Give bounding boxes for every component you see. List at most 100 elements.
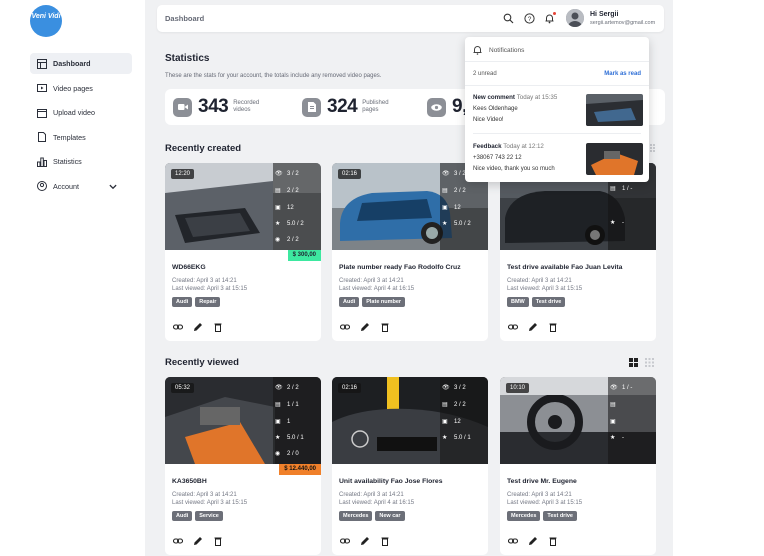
edit-icon[interactable] xyxy=(360,322,370,332)
tag[interactable]: BMW xyxy=(507,297,529,307)
avatar[interactable] xyxy=(566,9,584,27)
video-thumbnail[interactable]: 02:16 👁 3 / 2 ▤ 2 / 2 ▣ 12 ★ 5.0 / 1 xyxy=(332,377,488,464)
tag-list: Audi Service xyxy=(172,511,226,521)
last-viewed-date: Last viewed: April 3 at 15:15 xyxy=(172,286,248,292)
views-stat: ▤ 1 / - xyxy=(610,185,633,193)
sidebar-item-statistics[interactable]: Statistics xyxy=(30,151,132,172)
link-icon[interactable] xyxy=(172,322,184,332)
tag[interactable]: Audi xyxy=(172,297,193,307)
grid-view-icon[interactable] xyxy=(645,358,654,367)
tag[interactable]: Plate number xyxy=(362,297,406,307)
delete-icon[interactable] xyxy=(380,322,390,332)
stat-value: 343 xyxy=(198,96,229,117)
card-actions xyxy=(172,322,233,332)
help-icon[interactable]: ? xyxy=(524,13,535,24)
card-actions xyxy=(339,536,400,546)
card-title[interactable]: KA3650BH xyxy=(172,478,207,485)
eye-icon xyxy=(427,97,446,117)
chat-icon: ▣ xyxy=(442,205,448,211)
card-title[interactable]: Test drive available Fao Juan Levita xyxy=(507,264,622,271)
link-icon[interactable] xyxy=(339,322,351,332)
sidebar-item-video-pages[interactable]: Video pages xyxy=(30,78,132,99)
edit-icon[interactable] xyxy=(360,536,370,546)
eye-icon: 👁 xyxy=(275,385,283,391)
notification-thumbnail[interactable] xyxy=(586,94,643,126)
chat-icon: ▣ xyxy=(275,419,281,425)
card-view-icon[interactable] xyxy=(629,358,638,367)
views-stat: 👁 2 / 2 xyxy=(275,384,299,392)
notification-item[interactable]: New comment Today at 15:35 Kees Oldenhag… xyxy=(473,94,643,126)
rating-stat: ★ - xyxy=(610,219,624,227)
card-title[interactable]: Test drive Mr. Eugene xyxy=(507,478,577,485)
messages-stat: ▣ 12 xyxy=(442,418,461,426)
tag-list: Audi Repair xyxy=(172,297,223,307)
sidebar-item-templates[interactable]: Templates xyxy=(30,127,132,148)
comment-icon: ▤ xyxy=(275,188,281,194)
link-icon[interactable] xyxy=(507,322,519,332)
tag[interactable]: New car xyxy=(375,511,405,521)
notifications-header: Notifications xyxy=(473,45,524,55)
stat-label: Published pages xyxy=(362,100,389,113)
edit-icon[interactable] xyxy=(528,322,538,332)
page-title: Dashboard xyxy=(165,14,205,23)
link-icon[interactable] xyxy=(172,536,184,546)
sidebar-item-upload-video[interactable]: Upload video xyxy=(30,102,132,123)
tag[interactable]: Service xyxy=(195,511,223,521)
last-viewed-date: Last viewed: April 3 at 15:15 xyxy=(172,500,248,506)
template-icon xyxy=(38,132,46,142)
tag-list: Mercedes Test drive xyxy=(507,511,580,521)
tag[interactable]: Repair xyxy=(195,297,221,307)
star-icon: ★ xyxy=(442,221,448,227)
notification-item[interactable]: Feedback Today at 12:12 +38067 743 22 12… xyxy=(473,143,643,175)
delete-icon[interactable] xyxy=(548,536,558,546)
messages-stat: ▣ xyxy=(610,418,640,425)
video-thumbnail[interactable]: 10:10 👁 1 / - ▤ ▣ ★ - xyxy=(500,377,656,464)
search-icon[interactable] xyxy=(503,13,514,24)
app-logo[interactable]: Veni Vidi xyxy=(30,5,62,37)
chevron-down-icon[interactable] xyxy=(108,182,118,192)
card-title[interactable]: WD66EKG xyxy=(172,264,206,271)
card-title[interactable]: Unit availability Fao Jose Flores xyxy=(339,478,443,485)
link-icon[interactable] xyxy=(339,536,351,546)
user-greeting: Hi Sergii xyxy=(590,11,619,18)
video-card[interactable]: 02:16 👁 3 / 2 ▤ 2 / 2 ▣ 12 ★ 5.0 / 1 Unit av… xyxy=(332,377,488,555)
video-thumbnail[interactable]: 05:32 👁 2 / 2 ▤ 1 / 1 ▣ 1 ★ 5.0 / 1 ◉ 2 / 0 xyxy=(165,377,321,464)
edit-icon[interactable] xyxy=(528,536,538,546)
video-card[interactable]: 10:10 👁 1 / - ▤ ▣ ★ - Test drive Mr. Eugen… xyxy=(500,377,656,555)
views-stat: 👁 3 / 2 xyxy=(275,170,299,178)
mark-as-read-link[interactable]: Mark as read xyxy=(604,71,641,77)
video-card[interactable]: 12:20 👁 3 / 2 ▤ 2 / 2 ▣ 12 ★ 5.0 / 2 ◉ 2 / 2 … xyxy=(165,163,321,341)
delete-icon[interactable] xyxy=(213,536,223,546)
page-icon xyxy=(302,97,321,117)
delete-icon[interactable] xyxy=(548,322,558,332)
sidebar-item-account[interactable]: Account xyxy=(30,176,132,197)
comment-icon: ▤ xyxy=(442,402,448,408)
video-card[interactable]: 02:16 👁 3 / 2 ▤ 2 / 2 ▣ 12 ★ 5.0 / 2 Plate n… xyxy=(332,163,488,341)
edit-icon[interactable] xyxy=(193,322,203,332)
video-thumbnail[interactable]: 12:20 👁 3 / 2 ▤ 2 / 2 ▣ 12 ★ 5.0 / 2 ◉ 2 / 2 xyxy=(165,163,321,250)
video-card[interactable]: ▤ 1 / - ★ - Test drive available Fao Juan … xyxy=(500,163,656,341)
delete-icon[interactable] xyxy=(380,536,390,546)
edit-icon[interactable] xyxy=(193,536,203,546)
tag[interactable]: Audi xyxy=(172,511,193,521)
tag[interactable]: Audi xyxy=(339,297,360,307)
card-title[interactable]: Plate number ready Fao Rodolfo Cruz xyxy=(339,264,461,271)
tag[interactable]: Test drive xyxy=(543,511,577,521)
rating-stat: ★ 5.0 / 1 xyxy=(275,434,304,442)
sidebar-item-dashboard[interactable]: Dashboard xyxy=(30,53,132,74)
tag[interactable]: Mercedes xyxy=(339,511,373,521)
notifications-title: Notifications xyxy=(489,46,525,54)
eye-icon: 👁 xyxy=(442,171,450,177)
notification-thumbnail[interactable] xyxy=(586,143,643,175)
link-icon[interactable] xyxy=(507,536,519,546)
delete-icon[interactable] xyxy=(213,322,223,332)
messages-stat: ▣ 12 xyxy=(275,204,294,212)
duration-badge: 12:20 xyxy=(171,169,195,179)
chat-icon: ▣ xyxy=(442,419,448,425)
tag[interactable]: Test drive xyxy=(531,297,566,307)
video-card[interactable]: 05:32 👁 2 / 2 ▤ 1 / 1 ▣ 1 ★ 5.0 / 1 ◉ 2 / 0 $… xyxy=(165,377,321,555)
check-circle-icon: ◉ xyxy=(275,451,281,457)
tag[interactable]: Mercedes xyxy=(507,511,541,521)
notification-time: Today at 12:12 xyxy=(503,143,544,150)
stat-value: 324 xyxy=(327,96,358,117)
